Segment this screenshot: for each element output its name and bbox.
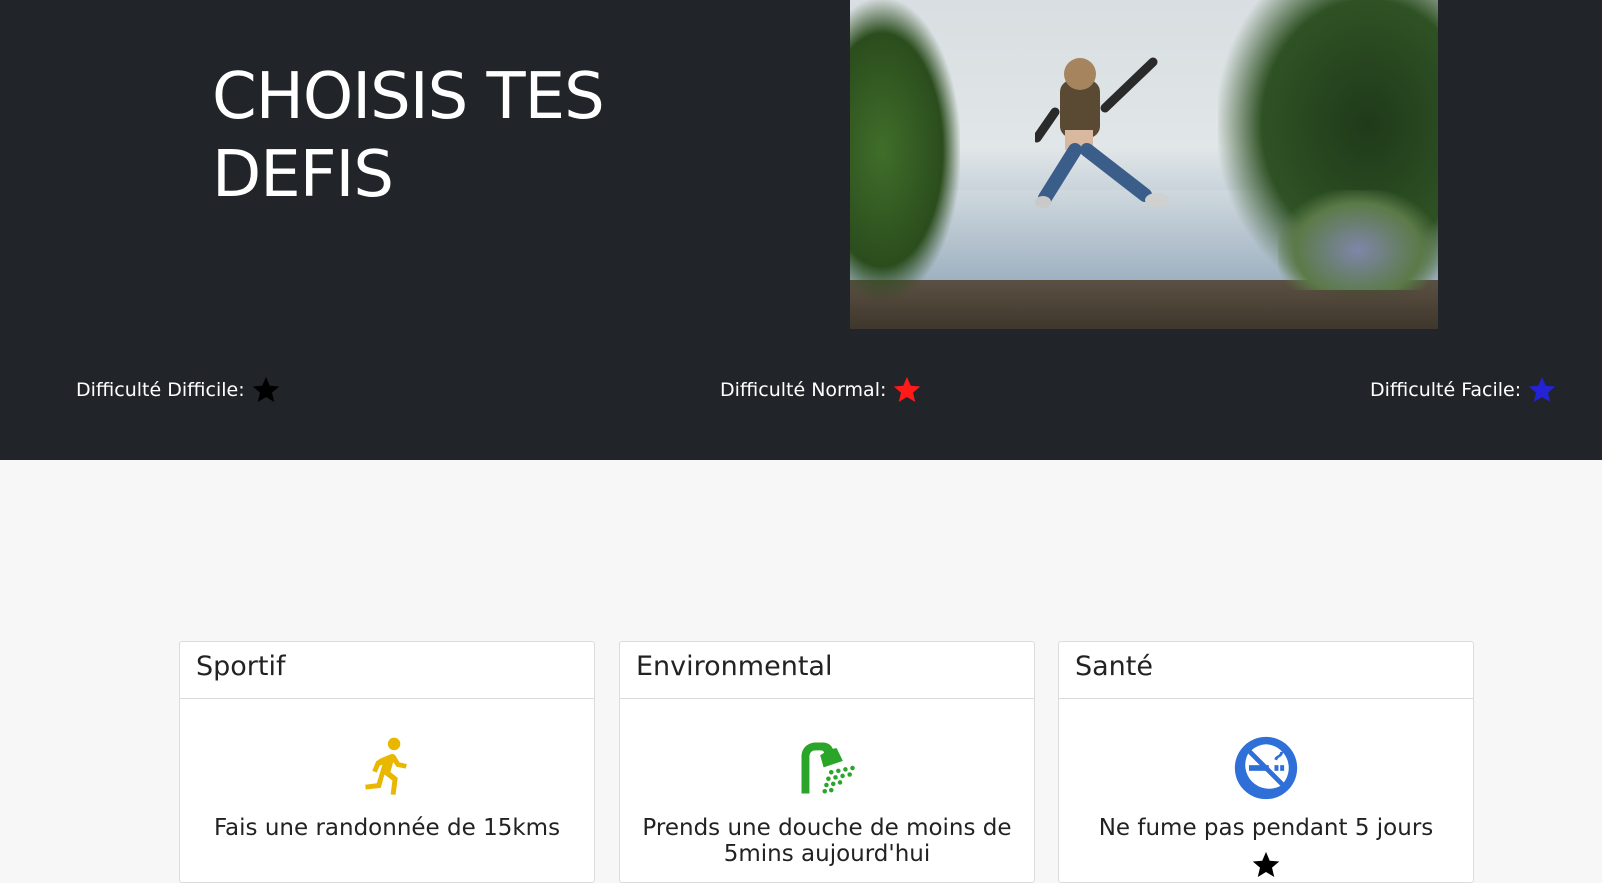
star-shape bbox=[252, 376, 279, 402]
card-header: Environmental bbox=[620, 642, 1034, 699]
card-header: Santé bbox=[1059, 642, 1473, 699]
difficulty-normal-label: Difficulté Normal: bbox=[720, 379, 887, 401]
card-description: Prends une douche de moins de 5mins aujo… bbox=[642, 815, 1012, 867]
jumping-person-icon bbox=[1035, 57, 1169, 208]
no-smoking-shape bbox=[1234, 736, 1298, 800]
no-smoking-icon bbox=[1234, 736, 1298, 800]
hero-photo bbox=[850, 0, 1438, 329]
page-title: CHOISIS TES DEFIS bbox=[212, 60, 605, 212]
challenge-card-environmental[interactable]: Environmental Prends une douche de moins… bbox=[619, 641, 1035, 883]
difficulty-hard-label: Difficulté Difficile: bbox=[76, 379, 245, 401]
card-header: Sportif bbox=[180, 642, 594, 699]
star-shape bbox=[1528, 376, 1556, 402]
challenge-card-sante[interactable]: Santé Ne fume pas pendant 5 jours bbox=[1058, 641, 1474, 883]
difficulty-normal: Difficulté Normal: bbox=[720, 375, 922, 405]
shower-icon bbox=[801, 742, 855, 794]
star-icon bbox=[1252, 851, 1280, 877]
difficulty-hard: Difficulté Difficile: bbox=[76, 375, 281, 405]
running-person-shape bbox=[365, 737, 407, 795]
running-person-icon bbox=[365, 737, 407, 795]
difficulty-easy-label: Difficulté Facile: bbox=[1370, 379, 1522, 401]
left-tree bbox=[850, 0, 960, 300]
hero-section: CHOISIS TES DEFIS Difficulté Difficile: bbox=[0, 0, 1602, 460]
star-icon bbox=[894, 376, 921, 402]
challenge-card-sportif[interactable]: Sportif Fais une randonnée de 15kms bbox=[179, 641, 595, 883]
star-icon bbox=[252, 376, 279, 402]
star-icon bbox=[1528, 376, 1556, 402]
difficulty-star-shape bbox=[1252, 851, 1280, 877]
lavender-bush bbox=[1278, 190, 1438, 290]
shower-shape bbox=[801, 742, 855, 794]
card-description: Ne fume pas pendant 5 jours bbox=[1098, 815, 1434, 841]
card-description: Fais une randonnée de 15kms bbox=[213, 815, 561, 841]
difficulty-easy: Difficulté Facile: bbox=[1370, 375, 1557, 405]
star-shape bbox=[894, 376, 921, 402]
